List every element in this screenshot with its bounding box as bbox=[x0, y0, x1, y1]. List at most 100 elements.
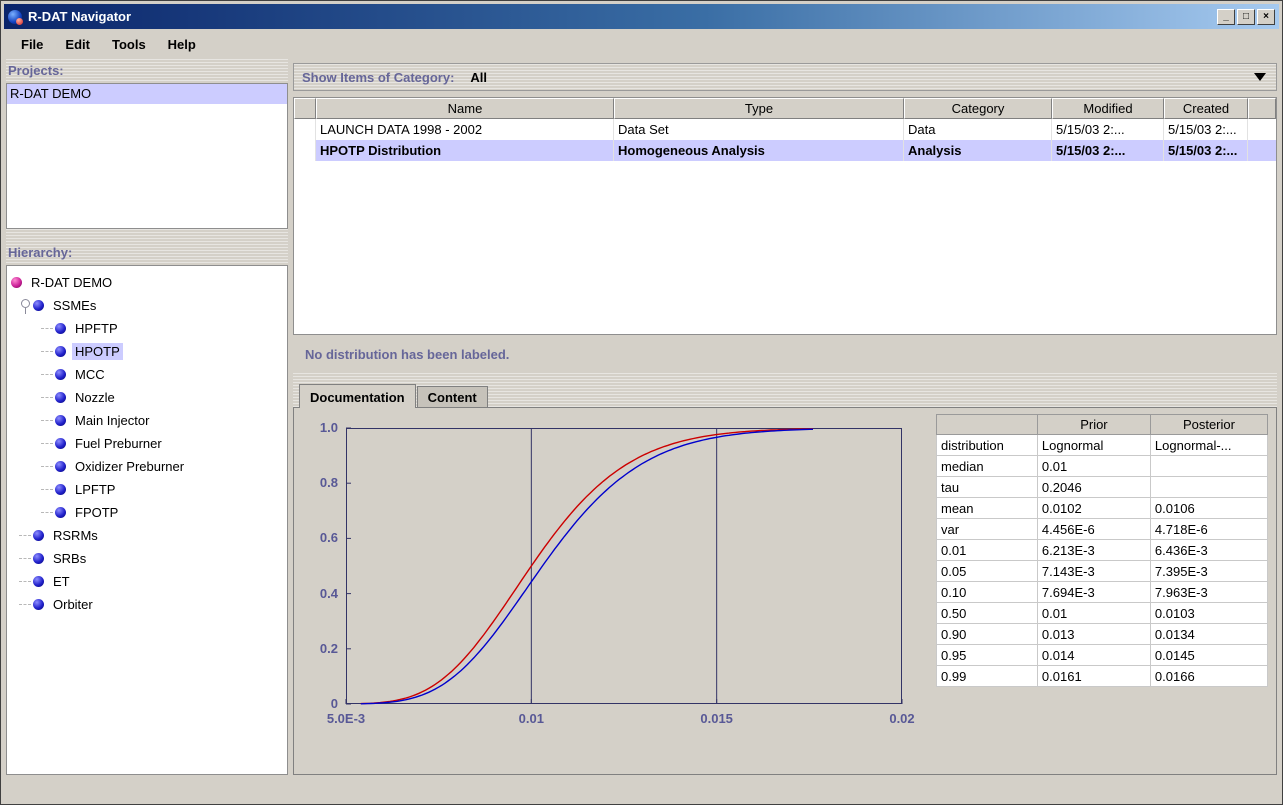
items-col-modified[interactable]: Modified bbox=[1052, 98, 1164, 119]
items-col-fill bbox=[1248, 98, 1276, 119]
category-dropdown[interactable]: All bbox=[470, 64, 1276, 90]
stats-value: 0.01 bbox=[1037, 456, 1150, 477]
tree-node-lpftp[interactable]: LPFTP bbox=[7, 478, 287, 501]
tree-connector bbox=[41, 420, 53, 421]
projects-list: R-DAT DEMO bbox=[6, 83, 288, 229]
tree-node-icon bbox=[55, 484, 66, 495]
tree-node-oxidizer-preburner[interactable]: Oxidizer Preburner bbox=[7, 455, 287, 478]
tree-connector bbox=[41, 397, 53, 398]
y-tick-label: 0.6 bbox=[300, 530, 338, 545]
category-bar: Show Items of Category: All bbox=[293, 63, 1277, 91]
tree-node-fuel-preburner[interactable]: Fuel Preburner bbox=[7, 432, 287, 455]
tree-node-hpotp[interactable]: HPOTP bbox=[7, 340, 287, 363]
cell-type: Data Set bbox=[614, 119, 904, 140]
tree-node-icon bbox=[33, 530, 44, 541]
y-tick-label: 0.2 bbox=[300, 641, 338, 656]
tree-node-icon bbox=[55, 369, 66, 380]
stats-col-blank bbox=[937, 415, 1038, 435]
items-col-name[interactable]: Name bbox=[316, 98, 614, 119]
main-area: Projects: R-DAT DEMO Hierarchy: R-DAT DE… bbox=[4, 59, 1279, 775]
minimize-button[interactable]: _ bbox=[1217, 9, 1235, 25]
tree-node-label: Oxidizer Preburner bbox=[72, 458, 187, 475]
menu-tools[interactable]: Tools bbox=[103, 34, 155, 55]
tree-connector bbox=[41, 512, 53, 513]
maximize-button[interactable]: □ bbox=[1237, 9, 1255, 25]
tree-node-r-dat-demo[interactable]: R-DAT DEMO bbox=[7, 271, 287, 294]
table-row-launch-data-1998-2002[interactable]: LAUNCH DATA 1998 - 2002Data SetData5/15/… bbox=[294, 119, 1276, 140]
window-controls: _ □ × bbox=[1217, 9, 1275, 25]
stats-row-label: var bbox=[937, 519, 1038, 540]
cell-modified: 5/15/03 2:... bbox=[1052, 119, 1164, 140]
title-bar[interactable]: R-DAT Navigator _ □ × bbox=[4, 4, 1279, 29]
cell-fill bbox=[1248, 119, 1276, 140]
stats-value: 0.0102 bbox=[1037, 498, 1150, 519]
stats-col-posterior: Posterior bbox=[1150, 415, 1267, 435]
cell-created: 5/15/03 2:... bbox=[1164, 119, 1248, 140]
cdf-chart: 00.20.40.60.81.05.0E-30.010.0150.02 bbox=[300, 412, 936, 770]
tree-expander-icon[interactable] bbox=[19, 298, 31, 314]
stats-row-distribution: distributionLognormalLognormal-... bbox=[937, 435, 1268, 456]
x-tick-label: 0.015 bbox=[700, 711, 733, 726]
tree-node-orbiter[interactable]: Orbiter bbox=[7, 593, 287, 616]
tree-node-label: FPOTP bbox=[72, 504, 121, 521]
stats-row-0-01: 0.016.213E-36.436E-3 bbox=[937, 540, 1268, 561]
tree-node-icon bbox=[33, 576, 44, 587]
tree-node-hpftp[interactable]: HPFTP bbox=[7, 317, 287, 340]
category-label: Show Items of Category: bbox=[302, 70, 454, 85]
tree-connector bbox=[41, 489, 53, 490]
tree-node-srbs[interactable]: SRBs bbox=[7, 547, 287, 570]
horizontal-splitter[interactable] bbox=[293, 373, 1277, 382]
close-button[interactable]: × bbox=[1257, 9, 1275, 25]
tree-connector bbox=[41, 328, 53, 329]
tree-connector bbox=[41, 374, 53, 375]
tree-node-et[interactable]: ET bbox=[7, 570, 287, 593]
items-col-type[interactable]: Type bbox=[614, 98, 904, 119]
stats-row-0-99: 0.990.01610.0166 bbox=[937, 666, 1268, 687]
tree-node-rsrms[interactable]: RSRMs bbox=[7, 524, 287, 547]
hierarchy-tree: R-DAT DEMOSSMEsHPFTPHPOTPMCC Nozzle Main I… bbox=[6, 265, 288, 775]
x-tick-label: 5.0E-3 bbox=[327, 711, 365, 726]
stats-row-label: 0.01 bbox=[937, 540, 1038, 561]
category-dropdown-value: All bbox=[470, 70, 487, 85]
y-tick-label: 0.8 bbox=[300, 475, 338, 490]
row-gutter-cell bbox=[294, 119, 316, 140]
table-row-hpotp-distribution[interactable]: HPOTP DistributionHomogeneous AnalysisAn… bbox=[294, 140, 1276, 161]
tab-documentation[interactable]: Documentation bbox=[299, 384, 416, 408]
tree-node-main-injector[interactable]: Main Injector bbox=[7, 409, 287, 432]
items-col-category[interactable]: Category bbox=[904, 98, 1052, 119]
y-tick-label: 0.4 bbox=[300, 586, 338, 601]
tree-connector bbox=[19, 604, 31, 605]
stats-row-label: 0.90 bbox=[937, 624, 1038, 645]
menu-help[interactable]: Help bbox=[159, 34, 205, 55]
window-title: R-DAT Navigator bbox=[28, 9, 131, 24]
tree-node-nozzle[interactable]: Nozzle bbox=[7, 386, 287, 409]
stats-row-label: 0.10 bbox=[937, 582, 1038, 603]
menu-file[interactable]: File bbox=[12, 34, 52, 55]
tree-node-fpotp[interactable]: FPOTP bbox=[7, 501, 287, 524]
stats-value: 7.694E-3 bbox=[1037, 582, 1150, 603]
stats-value: 0.0166 bbox=[1150, 666, 1267, 687]
tab-content: 00.20.40.60.81.05.0E-30.010.0150.02 Prio… bbox=[293, 407, 1277, 775]
stats-row-label: tau bbox=[937, 477, 1038, 498]
tree-node-label: RSRMs bbox=[50, 527, 101, 544]
tree-node-label: Nozzle bbox=[72, 389, 118, 406]
stats-value bbox=[1150, 477, 1267, 498]
menu-edit[interactable]: Edit bbox=[56, 34, 99, 55]
tree-node-ssmes[interactable]: SSMEs bbox=[7, 294, 287, 317]
stats-value: 0.2046 bbox=[1037, 477, 1150, 498]
stats-value: Lognormal-... bbox=[1150, 435, 1267, 456]
stats-value: 4.718E-6 bbox=[1150, 519, 1267, 540]
items-col-created[interactable]: Created bbox=[1164, 98, 1248, 119]
tree-node-label: ET bbox=[50, 573, 73, 590]
stats-value: 0.014 bbox=[1037, 645, 1150, 666]
tab-bar: DocumentationContent bbox=[293, 382, 1277, 407]
tree-connector bbox=[19, 535, 31, 536]
tree-node-icon bbox=[33, 300, 44, 311]
tree-node-icon bbox=[55, 323, 66, 334]
stats-value: 0.0103 bbox=[1150, 603, 1267, 624]
project-item-r-dat-demo[interactable]: R-DAT DEMO bbox=[7, 84, 287, 104]
cell-created: 5/15/03 2:... bbox=[1164, 140, 1248, 161]
items-table-header: NameTypeCategoryModifiedCreated bbox=[294, 98, 1276, 119]
tree-node-mcc[interactable]: MCC bbox=[7, 363, 287, 386]
tab-content[interactable]: Content bbox=[417, 386, 488, 408]
